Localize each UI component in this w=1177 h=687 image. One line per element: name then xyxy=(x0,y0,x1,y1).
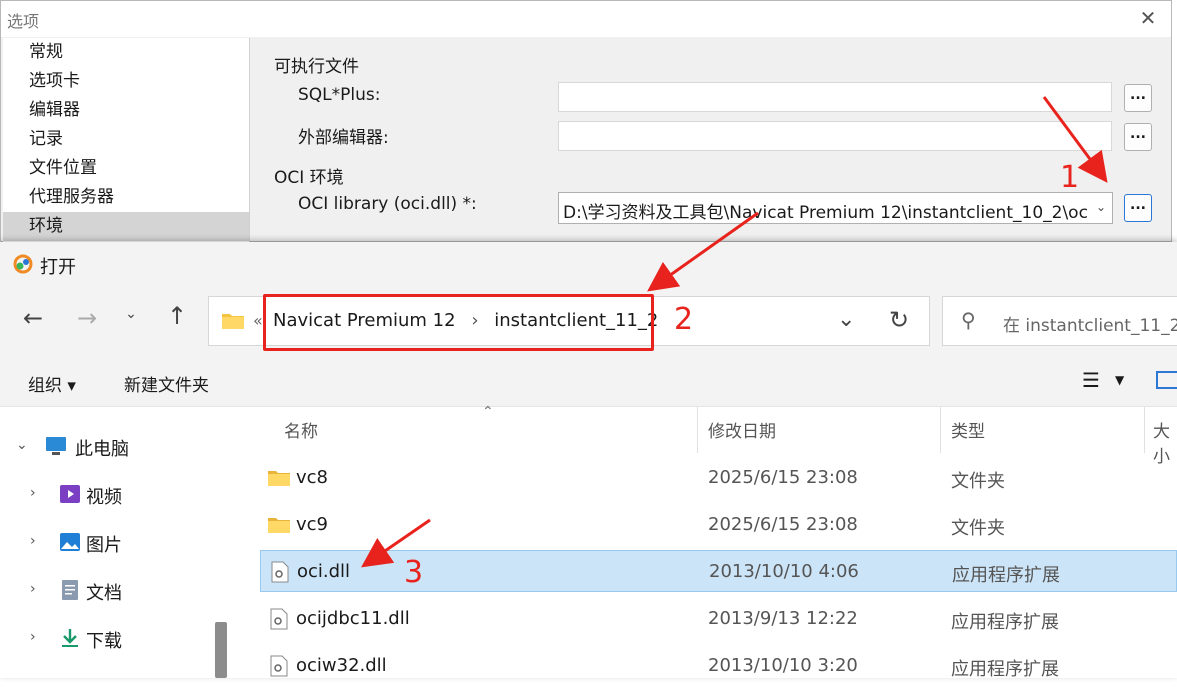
annotation-arrow-1 xyxy=(1042,96,1108,183)
annotation-arrows xyxy=(361,96,1108,568)
annotation-arrow-3 xyxy=(361,518,431,568)
annotation-arrow-2 xyxy=(647,211,759,292)
